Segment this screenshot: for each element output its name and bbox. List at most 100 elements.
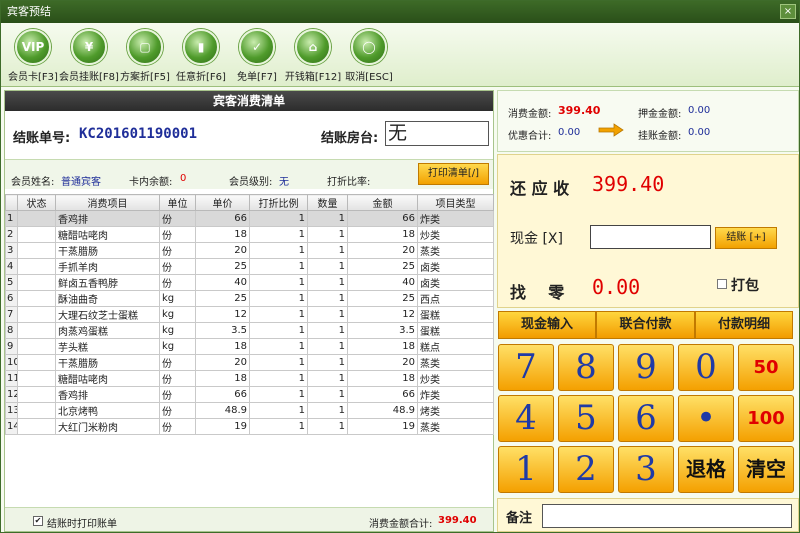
free-discount-button[interactable]: ▮ 任意折[F6] [171, 29, 231, 85]
bill-no-label: 结账单号: [13, 131, 71, 146]
table-cell: 1 [249, 418, 308, 435]
table-cell [17, 370, 56, 387]
table-cell: 1 [307, 354, 348, 371]
cancel-button[interactable]: ◯ 取消[ESC] [339, 29, 399, 85]
tab-payment-details[interactable]: 付款明细 [695, 311, 793, 339]
table-cell: 炒类 [417, 370, 494, 387]
table-cell: 份 [159, 242, 196, 259]
table-row[interactable]: 4 手抓羊肉份 25 1 1 25 卤类 [5, 258, 494, 275]
table-cell: 1 [249, 290, 308, 307]
key-0[interactable]: 0 [678, 344, 734, 391]
table-row[interactable]: 14大红门米粉肉份191119蒸类 [5, 418, 494, 435]
table-cell: 25 [195, 290, 250, 307]
cash-drawer-button[interactable]: ⌂ 开钱箱[F12] [283, 29, 343, 85]
room-field[interactable]: 无 [385, 121, 489, 146]
member-name-label: 会员姓名: [11, 177, 55, 188]
table-cell: 蛋糕 [417, 322, 494, 339]
key-6[interactable]: 6 [618, 395, 674, 442]
table-cell: 20 [347, 354, 418, 371]
member-charge-button[interactable]: ¥ 会员挂账[F8] [59, 29, 119, 85]
table-row[interactable]: 7 大理石纹芝士蛋糕 kg 12 1 1 12 蛋糕 [5, 306, 494, 323]
key-9[interactable]: 9 [618, 344, 674, 391]
summary-box: 消费金额: 399.40 押金金额: 0.00 优惠合计: 0.00 挂账金额:… [497, 90, 799, 152]
table-row[interactable]: 6 酥油曲奇 kg 25 1 1 25 西点 [5, 290, 494, 307]
plan-discount-label: 方案折[F5] [120, 72, 170, 83]
table-row[interactable]: 1 香鸡排份 66 1 1 66 炸类 [5, 210, 494, 227]
table-row[interactable]: 9 芋头糕 kg 18 1 1 18 糕点 [5, 338, 494, 355]
total-value: 399.40 [438, 515, 477, 526]
table-row[interactable]: 12香鸡排份661166炸类 [5, 386, 494, 403]
room-label: 结账房台: [321, 131, 379, 146]
table-cell: 20 [195, 354, 250, 371]
table-cell: 66 [347, 210, 418, 227]
table-cell: 19 [347, 418, 418, 435]
table-cell: 1 [307, 322, 348, 339]
table-cell: 份 [159, 226, 196, 243]
key-3[interactable]: 3 [618, 446, 674, 493]
total-label: 消费金额合计: [369, 519, 433, 530]
table-row[interactable]: 11糖醋咕咾肉份181118炒类 [5, 370, 494, 387]
due-label: 还 应 收 [510, 179, 570, 198]
table-row[interactable]: 2 糖醋咕咾肉份 18 1 1 18 炒类 [5, 226, 494, 243]
member-card-button[interactable]: VIP 会员卡[F3] [3, 29, 63, 85]
table-cell: 肉蒸鸡蛋糕 [55, 322, 160, 339]
tab-cash-input[interactable]: 现金输入 [498, 311, 596, 339]
column-header: 单位 [159, 194, 196, 211]
vip-icon: VIP [15, 29, 51, 65]
pack-checkbox[interactable] [717, 279, 727, 289]
key-4[interactable]: 4 [498, 395, 554, 442]
table-cell: 20 [195, 242, 250, 259]
consume-value: 399.40 [558, 104, 601, 117]
key-1[interactable]: 1 [498, 446, 554, 493]
key-8[interactable]: 8 [558, 344, 614, 391]
member-level-label: 会员级别: [229, 177, 273, 188]
table-row[interactable]: 10干蒸腊肠份201120蒸类 [5, 354, 494, 371]
table-row[interactable]: 13北京烤鸭份48.91148.9烤类 [5, 402, 494, 419]
table-cell: 66 [195, 386, 250, 403]
key-clear[interactable]: 清空 [738, 446, 794, 493]
arrow-right-icon [598, 123, 624, 137]
table-cell: 48.9 [195, 402, 250, 419]
table-row[interactable]: 8 肉蒸鸡蛋糕 kg 3.5 1 1 3.5 蛋糕 [5, 322, 494, 339]
key-50[interactable]: 50 [738, 344, 794, 391]
tab-joint-payment[interactable]: 联合付款 [596, 311, 695, 339]
table-cell: 12 [195, 306, 250, 323]
table-cell: 8 [5, 322, 18, 339]
due-box: 还 应 收 399.40 现金 [X] 结账 [+] 找 零 0.00 打包 [497, 154, 799, 308]
table-cell: 1 [307, 226, 348, 243]
table-cell: 1 [249, 322, 308, 339]
table-cell: 25 [195, 258, 250, 275]
table-row[interactable]: 5 鲜卤五香鸭脖份 40 1 1 40 卤类 [5, 274, 494, 291]
key-decimal-point[interactable]: • [678, 395, 734, 442]
print-list-button[interactable]: 打印清单[/] [418, 163, 489, 185]
table-cell: 12 [5, 386, 18, 403]
print-on-checkout-checkbox[interactable]: ✔ [33, 516, 43, 526]
key-backspace[interactable]: 退格 [678, 446, 734, 493]
table-cell: 1 [249, 306, 308, 323]
settle-button[interactable]: 结账 [+] [715, 227, 777, 249]
table-cell: 份 [159, 274, 196, 291]
column-header: 状态 [17, 194, 56, 211]
table-cell: 份 [159, 386, 196, 403]
column-header: 消费项目 [55, 194, 160, 211]
key-2[interactable]: 2 [558, 446, 614, 493]
table-cell: 11 [5, 370, 18, 387]
note-input[interactable] [542, 504, 792, 528]
free-order-button[interactable]: ✓ 免单[F7] [227, 29, 287, 85]
table-cell: 干蒸腊肠 [55, 242, 160, 259]
key-5[interactable]: 5 [558, 395, 614, 442]
column-header: 数量 [307, 194, 348, 211]
key-7[interactable]: 7 [498, 344, 554, 391]
plan-discount-button[interactable]: ▢ 方案折[F5] [115, 29, 175, 85]
table-cell: 份 [159, 210, 196, 227]
table-cell: 66 [347, 386, 418, 403]
table-cell: 1 [307, 338, 348, 355]
close-button[interactable]: × [780, 4, 796, 19]
table-cell: 香鸡排 [55, 386, 160, 403]
table-row[interactable]: 3 干蒸腊肠份 20 1 1 20 蒸类 [5, 242, 494, 259]
table-cell [17, 354, 56, 371]
key-100[interactable]: 100 [738, 395, 794, 442]
table-cell: 10 [5, 354, 18, 371]
bill-panel: 宾客消费清单 结账单号: KC201601190001 结账房台: 无 会员姓名… [4, 90, 494, 532]
cash-input[interactable] [590, 225, 711, 249]
